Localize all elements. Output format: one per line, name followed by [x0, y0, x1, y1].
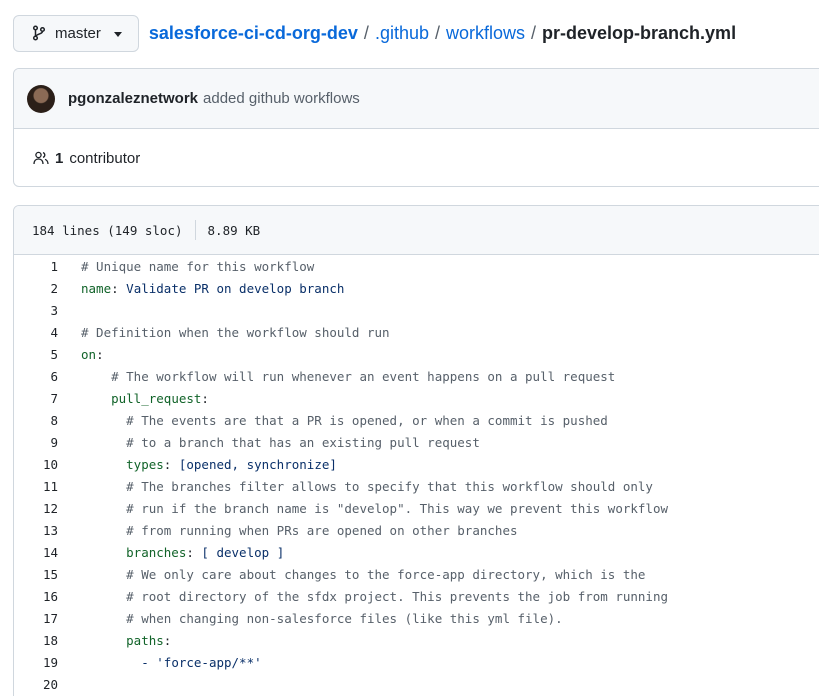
line-number[interactable]: 17 — [14, 611, 58, 626]
code-line: 6 # The workflow will run whenever an ev… — [14, 365, 819, 387]
breadcrumb-repo-link[interactable]: salesforce-ci-cd-org-dev — [149, 23, 358, 44]
commit-message-link[interactable]: added github workflows — [203, 90, 360, 107]
line-content: # Unique name for this workflow — [81, 258, 315, 274]
line-content: # from running when PRs are opened on ot… — [126, 522, 518, 538]
code-line: 19 - 'force-app/**' — [14, 651, 819, 673]
code-line: 10 types: [opened, synchronize] — [14, 453, 819, 475]
code-line: 16 # root directory of the sfdx project.… — [14, 585, 819, 607]
breadcrumb-separator: / — [531, 22, 537, 43]
line-content: # Definition when the workflow should ru… — [81, 324, 390, 340]
line-content: paths: — [126, 632, 172, 648]
breadcrumb-workflows-link[interactable]: workflows — [446, 23, 525, 44]
code-line: 3 — [14, 299, 819, 321]
line-number[interactable]: 2 — [14, 281, 58, 296]
file-info-header: 184 lines (149 sloc) 8.89 KB — [14, 206, 819, 255]
code-line: 4 # Definition when the workflow should r… — [14, 321, 819, 343]
code-line: 1 # Unique name for this workflow — [14, 255, 819, 277]
line-number[interactable]: 13 — [14, 523, 58, 538]
line-number[interactable]: 7 — [14, 391, 58, 406]
line-number[interactable]: 3 — [14, 303, 58, 318]
file-navigation: master salesforce-ci-cd-org-dev / .githu… — [13, 14, 736, 52]
line-number[interactable]: 18 — [14, 633, 58, 648]
line-number[interactable]: 12 — [14, 501, 58, 516]
code-line: 7 pull_request: — [14, 387, 819, 409]
code-line: 12 # run if the branch name is "develop"… — [14, 497, 819, 519]
code-line: 18 paths: — [14, 629, 819, 651]
breadcrumb-github-link[interactable]: .github — [375, 23, 429, 44]
code-line: 17 # when changing non-salesforce files … — [14, 607, 819, 629]
line-number[interactable]: 19 — [14, 655, 58, 670]
contributors-row[interactable]: 1 contributor — [14, 129, 819, 186]
breadcrumb: salesforce-ci-cd-org-dev / .github / wor… — [149, 23, 736, 44]
line-number[interactable]: 5 — [14, 347, 58, 362]
code-line: 13 # from running when PRs are opened on… — [14, 519, 819, 541]
line-content: # root directory of the sfdx project. Th… — [126, 588, 669, 604]
contributor-label: contributor — [69, 149, 141, 167]
line-number[interactable]: 11 — [14, 479, 58, 494]
breadcrumb-separator: / — [363, 22, 369, 43]
breadcrumb-separator: / — [434, 22, 440, 43]
branch-name: master — [55, 24, 101, 42]
line-number[interactable]: 16 — [14, 589, 58, 604]
latest-commit-box: pgonzaleznetwork added github workflows … — [13, 68, 819, 187]
line-number[interactable]: 10 — [14, 457, 58, 472]
line-content: # The branches filter allows to specify … — [126, 478, 653, 494]
line-content: # when changing non-salesforce files (li… — [126, 610, 563, 626]
line-content: # The workflow will run whenever an even… — [111, 368, 616, 384]
latest-commit-row: pgonzaleznetwork added github workflows — [14, 69, 819, 129]
code-line: 8 # The events are that a PR is opened, … — [14, 409, 819, 431]
line-content: on: — [81, 346, 104, 362]
breadcrumb-file-name: pr-develop-branch.yml — [542, 22, 737, 43]
line-number[interactable]: 1 — [14, 259, 58, 274]
line-number[interactable]: 15 — [14, 567, 58, 582]
line-content: pull_request: — [111, 390, 209, 406]
code-line: 2 name: Validate PR on develop branch — [14, 277, 819, 299]
line-content: # run if the branch name is "develop". T… — [126, 500, 669, 516]
file-line-count: 184 lines (149 sloc) — [32, 222, 183, 238]
line-content: # to a branch that has an existing pull … — [126, 434, 480, 450]
line-content: # We only care about changes to the forc… — [126, 566, 646, 582]
file-size: 8.89 KB — [207, 222, 261, 238]
code-line: 5 on: — [14, 343, 819, 365]
code-line: 14 branches: [ develop ] — [14, 541, 819, 563]
code-line: 20 — [14, 673, 819, 695]
contributor-count: 1 — [55, 149, 64, 167]
git-branch-icon — [32, 25, 46, 41]
line-number[interactable]: 4 — [14, 325, 58, 340]
line-content: branches: [ develop ] — [126, 544, 285, 560]
code-line: 11 # The branches filter allows to speci… — [14, 475, 819, 497]
line-number[interactable]: 9 — [14, 435, 58, 450]
line-number[interactable]: 6 — [14, 369, 58, 384]
commit-author-link[interactable]: pgonzaleznetwork — [68, 90, 198, 107]
code-line: 15 # We only care about changes to the f… — [14, 563, 819, 585]
line-number[interactable]: 20 — [14, 677, 58, 692]
line-content: - 'force-app/**' — [141, 654, 262, 670]
line-content: name: Validate PR on develop branch — [81, 280, 345, 296]
code-view: 1 # Unique name for this workflow 2 name: V… — [14, 255, 819, 695]
line-number[interactable]: 8 — [14, 413, 58, 428]
line-content: # The events are that a PR is opened, or… — [126, 412, 608, 428]
file-viewer: 184 lines (149 sloc) 8.89 KB 1 # Unique n… — [13, 205, 819, 696]
branch-selector-button[interactable]: master — [13, 14, 139, 52]
people-icon — [33, 151, 49, 165]
header-divider — [194, 220, 196, 240]
author-avatar[interactable] — [27, 84, 55, 113]
line-content: types: [opened, synchronize] — [126, 456, 337, 472]
caret-down-icon — [113, 31, 122, 37]
code-line: 9 # to a branch that has an existing pul… — [14, 431, 819, 453]
line-number[interactable]: 14 — [14, 545, 58, 560]
